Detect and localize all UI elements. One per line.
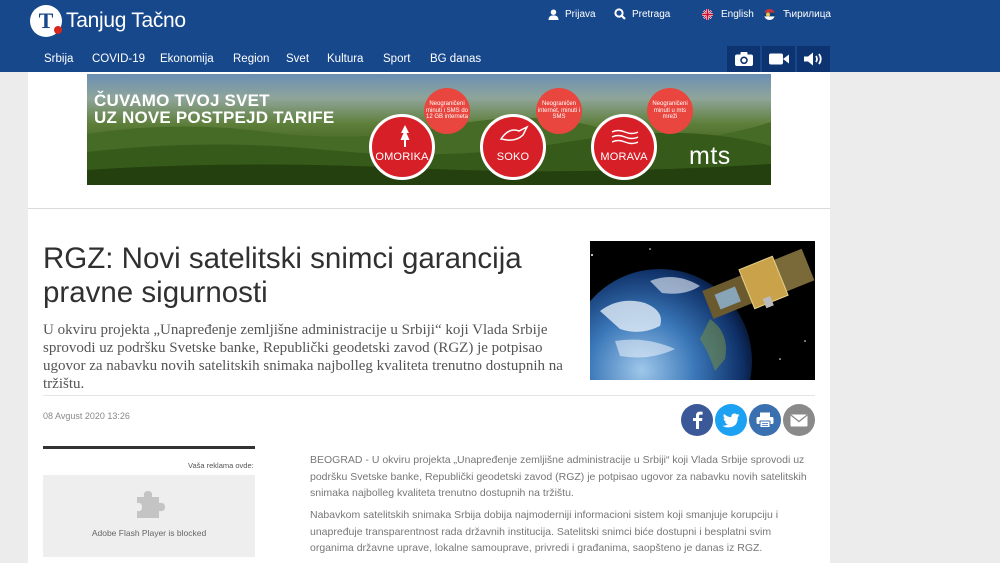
video-button[interactable] <box>762 46 795 72</box>
flash-blocked-text: Adobe Flash Player is blocked <box>91 528 207 538</box>
logo-mark: T <box>30 5 62 37</box>
mts-banner-ad[interactable]: ČUVAMO TVOJ SVET UZ NOVE POSTPEJD TARIFE… <box>87 74 771 185</box>
ad-top-bar <box>43 446 255 449</box>
video-icon <box>768 53 789 65</box>
banner-headline: ČUVAMO TVOJ SVET UZ NOVE POSTPEJD TARIFE <box>94 91 335 127</box>
nav-item-sport[interactable]: Sport <box>383 53 411 65</box>
print-button[interactable] <box>749 404 781 436</box>
site-header: T Tanjug Tačno Prijava Pretraga English … <box>0 0 1000 72</box>
article-paragraph: BEOGRAD - U okviru projekta „Unapređenje… <box>310 454 807 499</box>
nav-item-bg-danas[interactable]: BG danas <box>430 53 481 65</box>
tree-icon <box>400 125 410 147</box>
main-nav: Srbija COVID-19 Ekonomija Region Svet Ku… <box>28 46 830 72</box>
uk-flag-icon <box>702 8 713 20</box>
search-icon <box>614 8 626 20</box>
photo-button[interactable] <box>727 46 760 72</box>
nav-item-region[interactable]: Region <box>233 53 269 65</box>
nav-item-kultura[interactable]: Kultura <box>327 53 363 65</box>
nav-item-srbija[interactable]: Srbija <box>44 53 73 65</box>
waves-icon <box>611 129 639 145</box>
serbia-flag-icon <box>764 8 775 20</box>
twitter-icon <box>722 413 740 427</box>
print-icon <box>756 412 774 428</box>
meta-separator <box>43 395 815 396</box>
article-title: RGZ: Novi satelitski snimci garancija pr… <box>43 242 522 309</box>
user-icon <box>548 8 559 20</box>
nav-item-svet[interactable]: Svet <box>286 53 309 65</box>
main-content: ČUVAMO TVOJ SVET UZ NOVE POSTPEJD TARIFE… <box>28 72 830 563</box>
mts-logo: mts <box>689 142 731 170</box>
search-link[interactable]: Pretraga <box>614 8 670 20</box>
facebook-icon <box>693 411 703 429</box>
omorika-badge: OMORIKA <box>369 114 435 180</box>
flash-placeholder[interactable]: Adobe Flash Player is blocked <box>43 475 255 557</box>
facebook-share-button[interactable] <box>681 404 713 436</box>
article-date: 08 Avgust 2020 13:26 <box>43 411 130 421</box>
site-logo[interactable]: T Tanjug Tačno <box>30 5 186 37</box>
ad-label: Vaša reklama ovde: <box>188 461 254 470</box>
falcon-icon <box>499 125 529 141</box>
omorika-bubble: Neograničeni minuti i SMS do 12 GB inter… <box>424 88 470 134</box>
section-divider <box>28 208 830 209</box>
nav-item-ekonomija[interactable]: Ekonomija <box>160 53 214 65</box>
lang-english-link[interactable]: English <box>702 8 754 20</box>
login-link[interactable]: Prijava <box>548 9 596 20</box>
soko-badge: SOKO <box>480 114 546 180</box>
audio-icon <box>803 52 822 66</box>
audio-button[interactable] <box>797 46 830 72</box>
media-buttons <box>725 46 830 72</box>
twitter-share-button[interactable] <box>715 404 747 436</box>
morava-badge: MORAVA <box>591 114 657 180</box>
email-share-button[interactable] <box>783 404 815 436</box>
lang-cyrillic-link[interactable]: Ћирилица <box>764 8 831 20</box>
mail-icon <box>790 413 808 426</box>
puzzle-plugin-icon <box>137 491 165 518</box>
logo-text: Tanjug Tačno <box>66 9 186 32</box>
camera-icon <box>734 52 753 66</box>
morava-bubble: Neograničeni minuti u mts mreži <box>647 88 693 134</box>
nav-item-covid[interactable]: COVID-19 <box>92 53 145 65</box>
soko-bubble: Neograničen internet, minuti i SMS <box>536 88 582 134</box>
article-lead: U okviru projekta „Unapređenje zemljišne… <box>43 322 563 392</box>
article-paragraph: Nabavkom satelitskih snimaka Srbija dobi… <box>310 509 779 554</box>
satellite-earth-illustration <box>590 241 815 380</box>
article-image-satellite[interactable] <box>590 241 815 380</box>
